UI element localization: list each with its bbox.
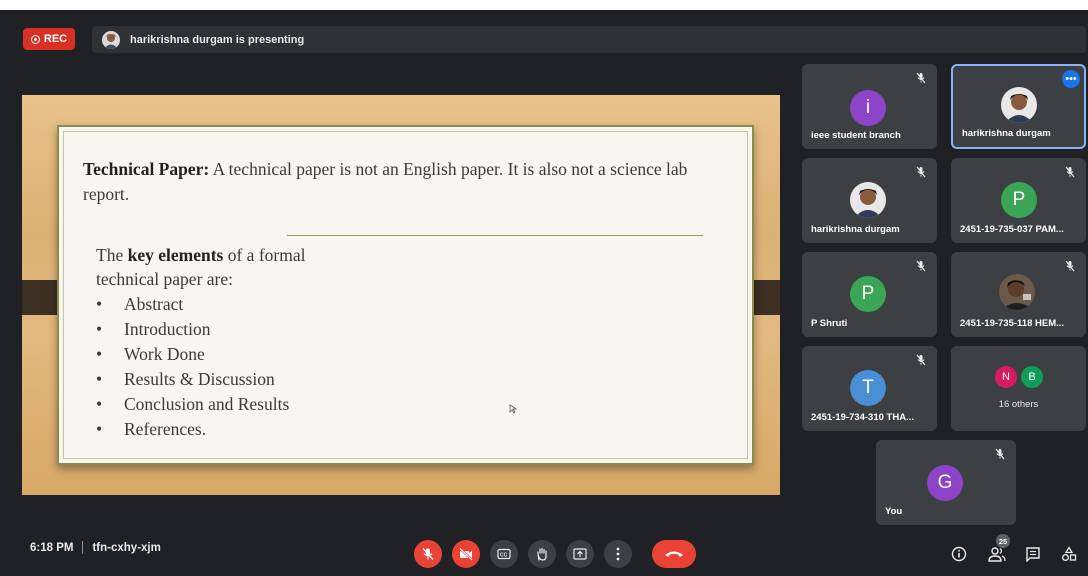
hang-up-icon bbox=[665, 551, 683, 557]
captions-button[interactable]: CC bbox=[490, 540, 518, 568]
raise-hand-button[interactable] bbox=[528, 540, 556, 568]
avatar bbox=[999, 274, 1035, 310]
divider bbox=[82, 541, 84, 554]
activities-icon bbox=[1062, 546, 1077, 561]
mic-off-icon bbox=[1065, 260, 1075, 272]
meeting-code[interactable]: tfn-cxhy-xjm bbox=[92, 542, 160, 554]
info-icon bbox=[951, 546, 967, 562]
participant-name: You bbox=[885, 506, 903, 517]
avatar: N bbox=[995, 366, 1017, 388]
more-options-button[interactable] bbox=[604, 540, 632, 568]
record-icon bbox=[30, 34, 40, 44]
activities-button[interactable] bbox=[1058, 543, 1080, 565]
mic-off-icon bbox=[916, 166, 926, 178]
avatar: B bbox=[1021, 366, 1043, 388]
list-item: Results & Discussion bbox=[96, 367, 289, 392]
camera-toggle-button[interactable] bbox=[452, 540, 480, 568]
participant-name: P Shruti bbox=[811, 318, 848, 329]
participant-name: harikrishna durgam bbox=[962, 128, 1051, 139]
presenting-bar: harikrishna durgam is presenting bbox=[92, 26, 1086, 53]
avatar: P bbox=[850, 276, 886, 312]
more-options-icon[interactable]: ••• bbox=[1062, 70, 1080, 88]
key-elements-list: Abstract Introduction Work Done Results … bbox=[96, 292, 289, 442]
recording-label: REC bbox=[43, 33, 68, 45]
mic-off-icon bbox=[1065, 166, 1075, 178]
window-top-strip bbox=[0, 0, 1088, 10]
avatar: G bbox=[927, 465, 963, 501]
participant-tile[interactable]: 2451-19-735-118 HEM... bbox=[951, 252, 1086, 337]
others-tile[interactable]: N B 16 others bbox=[951, 346, 1086, 431]
key-intro-pre: The bbox=[96, 245, 128, 265]
avatar bbox=[1001, 87, 1037, 123]
participant-tile[interactable]: P 2451-19-735-037 PAM... bbox=[951, 158, 1086, 243]
others-label: 16 others bbox=[998, 399, 1039, 410]
list-item: Abstract bbox=[96, 292, 289, 317]
avatar: i bbox=[850, 90, 886, 126]
people-icon bbox=[988, 547, 1006, 562]
mic-off-icon bbox=[916, 260, 926, 272]
mouse-cursor-icon bbox=[509, 404, 518, 416]
participant-name: 2451-19-734-310 THA... bbox=[811, 412, 914, 423]
meeting-info: 6:18 PM tfn-cxhy-xjm bbox=[30, 541, 161, 554]
recording-badge[interactable]: REC bbox=[23, 28, 75, 50]
present-screen-button[interactable] bbox=[566, 540, 594, 568]
mic-toggle-button[interactable] bbox=[414, 540, 442, 568]
list-item: Conclusion and Results bbox=[96, 392, 289, 417]
captions-icon: CC bbox=[497, 548, 511, 560]
avatar: T bbox=[850, 370, 886, 406]
participant-name: 2451-19-735-037 PAM... bbox=[960, 224, 1064, 235]
slide-paragraph: Technical Paper: A technical paper is no… bbox=[83, 157, 733, 207]
clock-time: 6:18 PM bbox=[30, 541, 74, 554]
camera-off-icon bbox=[459, 547, 473, 561]
participant-name: harikrishna durgam bbox=[811, 224, 900, 235]
presenting-text: harikrishna durgam is presenting bbox=[130, 33, 305, 46]
avatar: P bbox=[1001, 182, 1037, 218]
participant-tile-presenter[interactable]: ••• harikrishna durgam bbox=[951, 64, 1086, 149]
meeting-details-button[interactable] bbox=[948, 543, 970, 565]
list-item: Introduction bbox=[96, 317, 289, 342]
chat-button[interactable] bbox=[1022, 543, 1044, 565]
participant-tile[interactable]: harikrishna durgam bbox=[802, 158, 937, 243]
list-item: References. bbox=[96, 417, 289, 442]
participant-tile[interactable]: P P Shruti bbox=[802, 252, 937, 337]
participant-tile[interactable]: i ieee student branch bbox=[802, 64, 937, 149]
mic-off-icon bbox=[916, 72, 926, 84]
slide-divider bbox=[287, 235, 703, 236]
leave-call-button[interactable] bbox=[652, 540, 696, 568]
participant-name: ieee student branch bbox=[811, 130, 901, 141]
participant-count-badge: 25 bbox=[996, 534, 1010, 548]
self-tile[interactable]: G You bbox=[876, 440, 1016, 525]
mic-off-icon bbox=[916, 354, 926, 366]
mic-off-icon bbox=[422, 548, 434, 560]
svg-text:CC: CC bbox=[500, 553, 508, 559]
avatar bbox=[850, 182, 886, 218]
slide-heading: Technical Paper: bbox=[83, 159, 210, 179]
presenter-avatar bbox=[102, 30, 120, 49]
raise-hand-icon bbox=[537, 547, 547, 561]
chat-icon bbox=[1026, 547, 1040, 562]
list-item: Work Done bbox=[96, 342, 289, 367]
key-elements-intro: The key elements of a formal technical p… bbox=[96, 243, 336, 291]
participant-name: 2451-19-735-118 HEM... bbox=[960, 318, 1065, 329]
participant-tile[interactable]: T 2451-19-734-310 THA... bbox=[802, 346, 937, 431]
mic-off-icon bbox=[995, 448, 1005, 460]
key-intro-bold: key elements bbox=[127, 245, 224, 265]
present-screen-icon bbox=[573, 548, 587, 560]
more-options-icon bbox=[616, 547, 620, 561]
